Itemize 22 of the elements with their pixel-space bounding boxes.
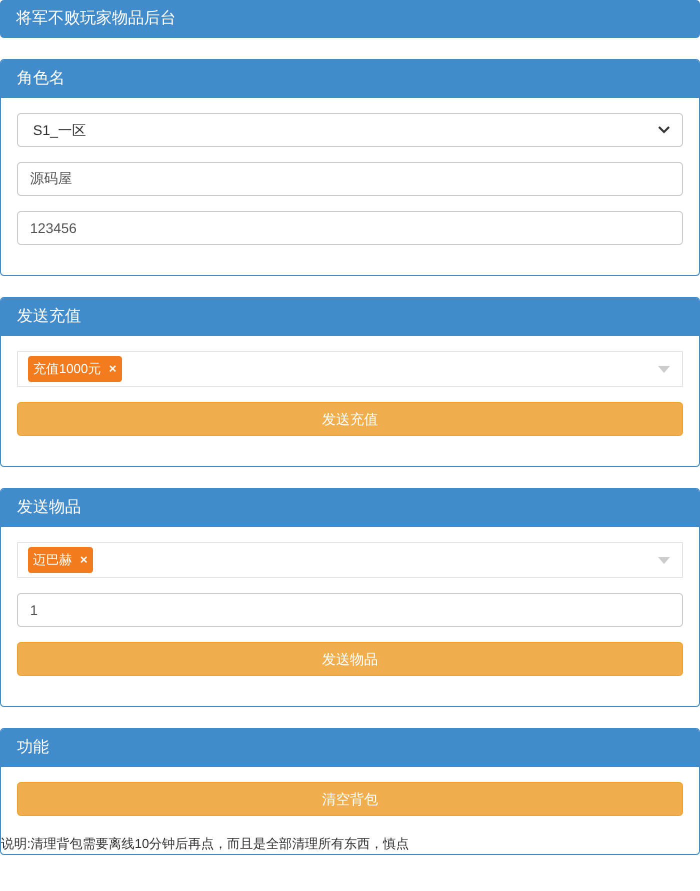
action-button[interactable]: 清空背包 [17,782,683,816]
tag-label: 迈巴赫 [33,551,72,570]
page-title: 将军不败玩家物品后台 [16,8,176,29]
panel-title: 角色名 [17,69,65,89]
tag-select[interactable]: 迈巴赫 × [17,542,683,578]
caret-icon [658,366,670,372]
input-field[interactable]: 源码屋 [17,162,683,196]
action-button[interactable]: 发送充值 [17,402,683,436]
input-field[interactable]: 123456 [17,211,683,245]
tag-label: 充值1000元 [33,360,101,378]
action-button[interactable]: 发送物品 [17,642,683,676]
input-field[interactable]: 1 [17,593,683,627]
chevron-down-icon [658,126,670,134]
tag-select[interactable]: 充值1000元 × [17,351,683,387]
panel-title: 功能 [17,738,49,758]
panel-title: 发送物品 [17,498,81,518]
note-text: 说明:清理背包需要离线10分钟后再点，而且是全部清理所有东西，慎点 [1,835,410,853]
panel-title: 发送充值 [17,306,81,327]
caret-icon [658,556,670,564]
tag-remove[interactable]: × [80,550,88,570]
server-select[interactable]: S1_一区 [17,113,683,147]
tag-remove[interactable]: × [108,359,117,379]
